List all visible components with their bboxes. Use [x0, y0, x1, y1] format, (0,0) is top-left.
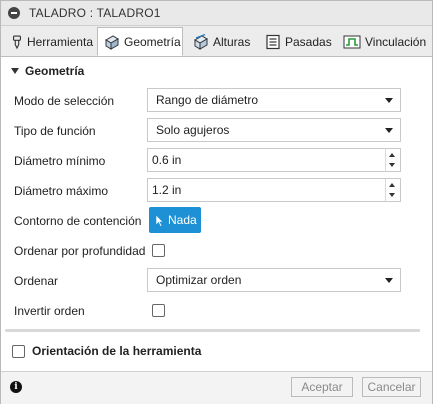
tab-label: Vinculación: [365, 34, 427, 49]
max-diameter-stepper[interactable]: [385, 179, 400, 201]
max-diameter-value: 1.2 in: [152, 183, 182, 197]
tab-herramienta[interactable]: Herramienta: [5, 28, 93, 55]
dialog-footer: i Aceptar Cancelar: [1, 371, 432, 404]
tool-icon: [13, 34, 21, 49]
min-diameter-label: Diámetro mínimo: [14, 154, 106, 168]
reverse-order-checkbox[interactable]: [152, 304, 165, 317]
min-diameter-stepper[interactable]: [385, 149, 400, 171]
selection-mode-select[interactable]: Rango de diámetro: [147, 88, 401, 112]
cursor-arrow-icon: [155, 213, 164, 227]
feature-type-value: Solo agujeros: [156, 123, 230, 137]
order-by-depth-checkbox[interactable]: [152, 244, 165, 257]
tab-geometria[interactable]: Geometría: [97, 27, 183, 56]
min-diameter-input[interactable]: 0.6 in: [147, 148, 401, 172]
order-label: Ordenar: [14, 274, 59, 288]
selection-mode-value: Rango de diámetro: [156, 93, 259, 107]
max-diameter-label: Diámetro máximo: [14, 184, 109, 198]
selection-mode-label: Modo de selección: [14, 94, 115, 108]
order-by-depth-label: Ordenar por profundidad: [14, 244, 146, 258]
cancel-button[interactable]: Cancelar: [362, 377, 421, 397]
order-value: Optimizar orden: [156, 273, 242, 287]
linking-icon: [343, 35, 361, 48]
collapse-triangle-icon[interactable]: [11, 68, 19, 74]
chevron-down-icon: [385, 128, 393, 133]
collapse-dialog-icon[interactable]: [8, 7, 20, 19]
reverse-order-label: Invertir orden: [14, 304, 85, 318]
chevron-down-icon: [385, 98, 393, 103]
max-diameter-input[interactable]: 1.2 in: [147, 178, 401, 202]
containment-button-label: Nada: [168, 213, 197, 227]
chevron-down-icon: [385, 278, 393, 283]
heights-icon: [194, 33, 208, 50]
passes-icon: [266, 34, 280, 49]
tab-label: Herramienta: [26, 34, 93, 49]
geometry-cube-icon: [105, 34, 119, 50]
section-title: Geometría: [25, 64, 85, 78]
tab-label: Pasadas: [285, 34, 332, 49]
feature-type-select[interactable]: Solo agujeros: [147, 118, 401, 142]
dialog: TALADRO : TALADRO1 Herramienta Geometría: [0, 0, 433, 404]
arrow-down-icon[interactable]: [389, 193, 395, 197]
tab-pasadas[interactable]: Pasadas: [259, 28, 335, 55]
tab-label: Alturas: [213, 34, 251, 49]
min-diameter-value: 0.6 in: [152, 153, 182, 167]
containment-select-button[interactable]: Nada: [149, 207, 201, 233]
feature-type-label: Tipo de función: [14, 124, 96, 138]
containment-label: Contorno de contención: [14, 214, 142, 228]
tool-orientation-checkbox[interactable]: [12, 344, 25, 358]
geometry-section-header[interactable]: Geometría: [11, 64, 84, 78]
arrow-up-icon[interactable]: [389, 183, 395, 187]
title-bar[interactable]: TALADRO : TALADRO1: [1, 1, 432, 26]
tab-label: Geometría: [124, 34, 181, 49]
arrow-down-icon[interactable]: [389, 163, 395, 167]
section-divider: [5, 329, 420, 332]
info-icon[interactable]: i: [10, 381, 22, 393]
tool-orientation-section[interactable]: Orientación de la herramienta: [12, 344, 201, 358]
accept-button[interactable]: Aceptar: [291, 377, 353, 397]
tab-alturas[interactable]: Alturas: [187, 28, 257, 55]
dialog-title: TALADRO : TALADRO1: [29, 6, 161, 20]
tab-bar: Herramienta Geometría Alturas Pasadas Vi…: [1, 26, 432, 57]
tool-orientation-title: Orientación de la herramienta: [32, 344, 202, 358]
tab-vinculacion[interactable]: Vinculación: [337, 28, 431, 55]
arrow-up-icon[interactable]: [389, 153, 395, 157]
order-select[interactable]: Optimizar orden: [147, 268, 401, 292]
